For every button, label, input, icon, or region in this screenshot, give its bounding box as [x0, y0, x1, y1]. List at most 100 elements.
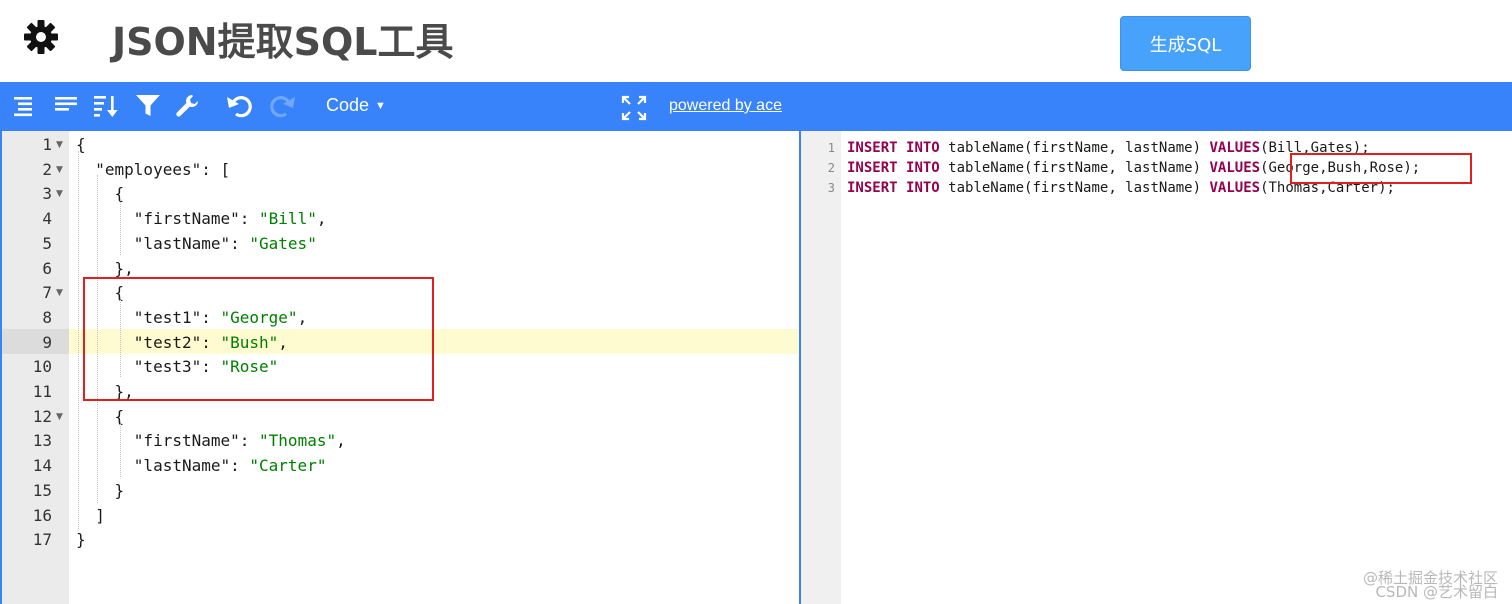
line-number: 14	[32, 456, 52, 476]
punct-token: :	[239, 209, 260, 229]
fold-toggle-icon[interactable]: ▼	[56, 281, 63, 306]
sql-token: (firstName, lastName)	[1024, 140, 1202, 156]
sql-output-editor[interactable]: 1 INSERT INTO tableName(firstName, lastNa…	[801, 131, 1512, 604]
line-number: 13	[32, 431, 52, 451]
code-line[interactable]: {	[76, 405, 125, 430]
sql-token: tableName	[939, 140, 1025, 156]
sql-keyword: VALUES	[1209, 180, 1261, 196]
sql-keyword: VALUES	[1209, 140, 1261, 156]
compact-icon[interactable]	[52, 92, 80, 120]
line-number: 16	[32, 505, 52, 525]
code-line[interactable]: "lastName": "Gates"	[76, 232, 317, 257]
fold-toggle-icon[interactable]: ▼	[56, 405, 63, 430]
caret-down-icon: ▼	[375, 100, 386, 112]
punct-token: },	[114, 258, 134, 278]
redo-icon[interactable]	[268, 92, 296, 120]
punct-token: ,	[336, 431, 346, 451]
line-number: 8	[42, 307, 52, 327]
line-number: 4	[42, 209, 52, 229]
line-number: 11	[32, 382, 52, 401]
punct-token: }	[114, 480, 125, 500]
line-number: 5	[42, 233, 52, 253]
key-token: "firstName"	[133, 209, 240, 229]
line-number: 9	[42, 332, 52, 352]
code-line[interactable]: "firstName": "Bill",	[76, 207, 327, 232]
page-title: JSON提取SQL工具	[112, 20, 454, 64]
highlight-box-sql	[1290, 153, 1472, 184]
key-token: "firstName"	[133, 431, 240, 451]
indent-guide	[78, 151, 79, 529]
punct-token: }	[76, 530, 86, 550]
line-number: 1	[827, 141, 835, 155]
powered-by-link[interactable]: powered by ace	[669, 97, 782, 115]
mode-dropdown[interactable]: Code ▼	[326, 95, 386, 116]
punct-token: :	[239, 431, 260, 451]
string-token: "Gates"	[249, 233, 317, 253]
string-token: "Carter"	[249, 456, 327, 476]
transform-icon[interactable]	[174, 92, 202, 120]
code-line[interactable]: "employees": [	[76, 158, 230, 183]
highlight-box-json	[83, 277, 434, 401]
code-line[interactable]: "firstName": "Thomas",	[76, 429, 346, 454]
fullscreen-icon[interactable]	[620, 94, 648, 122]
line-number: 2	[42, 159, 52, 179]
sql-gutter	[801, 131, 841, 604]
mode-label: Code	[326, 95, 370, 115]
fold-toggle-icon[interactable]: ▼	[56, 158, 63, 183]
string-token: "Thomas"	[259, 431, 337, 451]
indent-guide	[120, 199, 121, 255]
fold-toggle-icon[interactable]: ▼	[56, 133, 63, 158]
sql-keyword: INTO	[906, 180, 940, 196]
line-number: 7	[42, 283, 52, 303]
code-line[interactable]: }	[76, 479, 125, 504]
filter-icon[interactable]	[134, 92, 162, 120]
sort-icon[interactable]	[92, 92, 120, 120]
code-line[interactable]: }	[76, 528, 86, 553]
sql-token: tableName	[939, 160, 1025, 176]
code-line[interactable]: {	[76, 182, 125, 207]
sql-keyword: INSERT	[847, 160, 898, 176]
key-token: "employees"	[95, 159, 202, 179]
punct-token: : [	[201, 159, 231, 179]
sql-keyword: INSERT	[847, 180, 898, 196]
code-line[interactable]: ]	[76, 504, 105, 529]
sql-token: (firstName, lastName)	[1024, 180, 1202, 196]
line-number: 3	[42, 184, 52, 204]
line-number: 12	[32, 406, 52, 426]
format-icon[interactable]	[10, 92, 38, 120]
code-line[interactable]: "lastName": "Carter"	[76, 454, 327, 479]
line-number: 6	[42, 258, 52, 278]
key-token: "lastName"	[133, 456, 231, 476]
line-number: 15	[32, 480, 52, 500]
undo-icon[interactable]	[226, 92, 254, 120]
punct-token: :	[230, 456, 250, 476]
punct-token: :	[230, 233, 250, 253]
sql-keyword: INTO	[906, 140, 940, 156]
indent-guide	[120, 421, 121, 477]
gear-icon[interactable]	[22, 18, 60, 56]
watermark-line-2: CSDN @艺术留白	[1375, 583, 1498, 601]
generate-sql-button[interactable]: 生成SQL	[1120, 16, 1251, 71]
line-number: 1	[42, 135, 52, 154]
string-token: "Bill"	[259, 209, 317, 229]
sql-keyword: VALUES	[1209, 160, 1261, 176]
sql-keyword: INTO	[906, 160, 940, 176]
key-token: "lastName"	[133, 233, 231, 253]
sql-token: (firstName, lastName)	[1024, 160, 1202, 176]
punct-token: ,	[316, 209, 327, 229]
punct-token: ]	[95, 505, 105, 525]
line-number: 3	[827, 181, 835, 195]
sql-keyword: INSERT	[847, 140, 898, 156]
fold-toggle-icon[interactable]: ▼	[56, 182, 63, 207]
